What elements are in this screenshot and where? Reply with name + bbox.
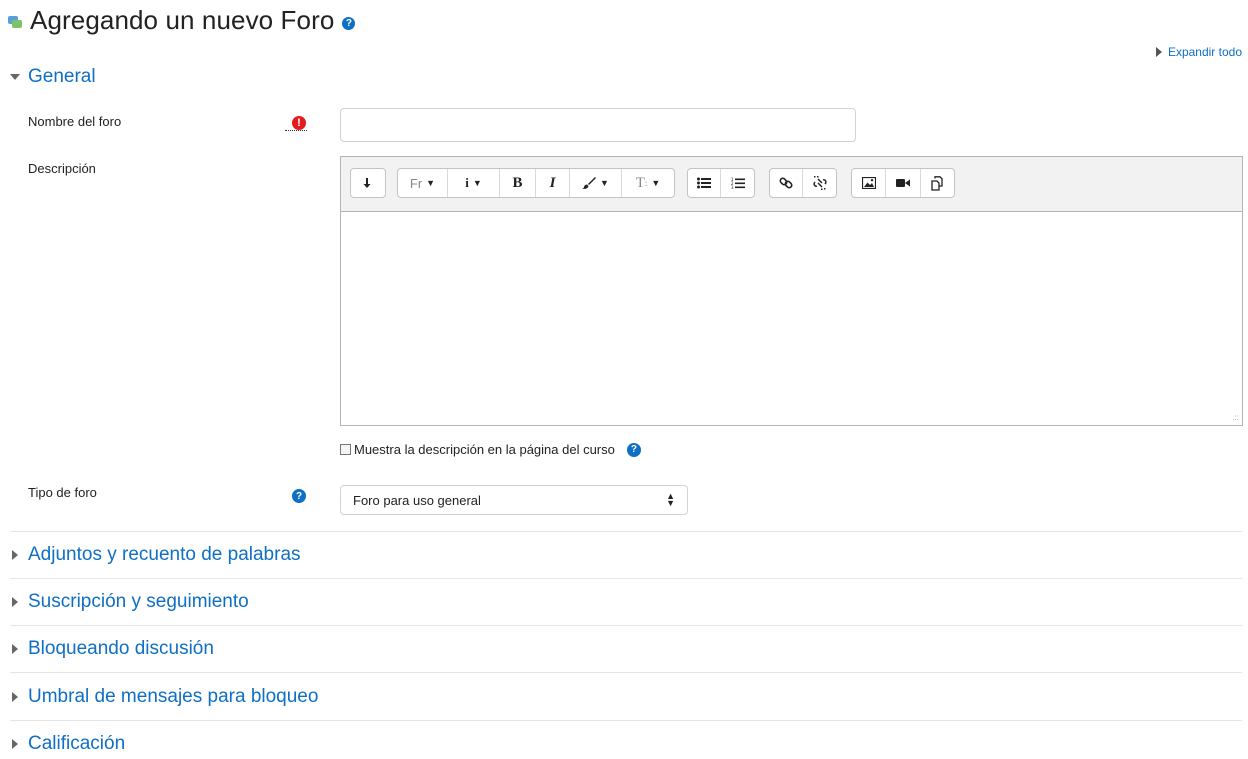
divider xyxy=(10,625,1242,626)
resize-handle-icon[interactable]: .:: xyxy=(1232,413,1239,422)
svg-text:3: 3 xyxy=(731,185,734,190)
caret-right-icon xyxy=(12,597,18,607)
caret-right-icon xyxy=(12,692,18,702)
toolbar-group-format: Fr ▼ i ▼ B I ▼ T: ▼ xyxy=(397,168,675,198)
section-header-general[interactable]: General xyxy=(10,66,96,88)
help-icon[interactable]: ? xyxy=(342,16,356,30)
section-title-general: General xyxy=(28,66,96,87)
toolbar-group-lists: 123 xyxy=(687,168,755,198)
show-description-checkbox[interactable] xyxy=(340,444,351,455)
bold-button[interactable]: B xyxy=(500,169,536,197)
caret-right-icon xyxy=(1155,47,1162,57)
select-arrows-icon: ▲ ▼ xyxy=(666,491,675,508)
info-button[interactable]: i ▼ xyxy=(448,169,500,197)
caret-right-icon xyxy=(12,739,18,749)
section-header-attachments[interactable]: Adjuntos y recuento de palabras xyxy=(10,544,301,566)
section-header-post-threshold[interactable]: Umbral de mensajes para bloqueo xyxy=(10,686,318,708)
toggle-toolbar-button[interactable] xyxy=(351,169,385,197)
insert-media-button[interactable] xyxy=(886,169,921,197)
forum-type-select[interactable]: Foro para uso general ▲ ▼ xyxy=(340,485,688,515)
help-icon[interactable]: ? xyxy=(292,489,306,503)
unordered-list-button[interactable] xyxy=(688,169,721,197)
description-label: Descripción xyxy=(28,161,96,176)
expand-all-link[interactable]: Expandir todo xyxy=(1155,45,1242,59)
forum-type-label: Tipo de foro xyxy=(28,485,97,500)
image-icon xyxy=(861,177,876,189)
required-icon: ! xyxy=(285,116,307,132)
text-style-button[interactable]: T: ▼ xyxy=(622,169,674,197)
forum-icon xyxy=(8,15,22,29)
divider xyxy=(10,531,1242,532)
italic-button[interactable]: I xyxy=(536,169,570,197)
page-header: Agregando un nuevo Foro ? xyxy=(8,0,356,40)
divider xyxy=(10,672,1242,673)
link-button[interactable] xyxy=(770,169,803,197)
caret-right-icon xyxy=(12,550,18,560)
toolbar-group-media xyxy=(851,168,955,198)
description-editor: Fr ▼ i ▼ B I ▼ T: ▼ 1 2 3 .:: xyxy=(340,156,1243,426)
section-title-discussion-locking: Bloqueando discusión xyxy=(28,638,214,659)
editor-content-area[interactable]: .:: xyxy=(341,212,1242,425)
section-header-discussion-locking[interactable]: Bloqueando discusión xyxy=(10,638,214,660)
section-title-subscription: Suscripción y seguimiento xyxy=(28,591,249,612)
manage-files-button[interactable] xyxy=(921,169,954,197)
insert-image-button[interactable] xyxy=(852,169,886,197)
unlink-button[interactable] xyxy=(803,169,836,197)
files-icon xyxy=(930,175,943,191)
arrow-down-icon xyxy=(363,178,371,188)
text-color-button[interactable]: ▼ xyxy=(570,169,622,197)
bullet-list-icon xyxy=(697,177,711,189)
forum-name-input[interactable] xyxy=(340,108,856,142)
video-camera-icon xyxy=(896,179,910,187)
page-title: Agregando un nuevo Foro xyxy=(30,4,335,35)
show-description-row: Muestra la descripción en la página del … xyxy=(340,442,641,457)
brush-icon xyxy=(582,177,597,189)
section-header-grading[interactable]: Calificación xyxy=(10,733,125,755)
exclamation-icon: ! xyxy=(292,116,306,130)
help-icon[interactable]: ? xyxy=(626,442,641,457)
divider xyxy=(10,578,1242,579)
paragraph-style-button[interactable]: Fr ▼ xyxy=(398,169,448,197)
forum-name-label: Nombre del foro xyxy=(28,114,122,129)
caret-right-icon xyxy=(12,644,18,654)
section-title-attachments: Adjuntos y recuento de palabras xyxy=(28,544,301,565)
show-description-label: Muestra la descripción en la página del … xyxy=(354,442,615,457)
numbered-list-icon: 123 xyxy=(731,177,745,190)
toolbar-group-links xyxy=(769,168,837,198)
divider xyxy=(10,720,1242,721)
link-icon xyxy=(779,177,793,189)
page: Agregando un nuevo Foro ? Expandir todo … xyxy=(0,0,1248,759)
editor-toolbar: Fr ▼ i ▼ B I ▼ T: ▼ 1 2 3 xyxy=(341,157,1242,212)
forum-type-selected: Foro para uso general xyxy=(353,492,481,508)
expand-all-label: Expandir todo xyxy=(1167,45,1242,59)
section-title-grading: Calificación xyxy=(28,733,126,754)
unlink-icon xyxy=(812,176,827,190)
toolbar-group-collapse xyxy=(350,168,386,198)
caret-down-icon xyxy=(10,74,20,80)
section-header-subscription[interactable]: Suscripción y seguimiento xyxy=(10,591,249,613)
section-title-post-threshold: Umbral de mensajes para bloqueo xyxy=(28,686,319,707)
ordered-list-button[interactable]: 123 xyxy=(721,169,754,197)
